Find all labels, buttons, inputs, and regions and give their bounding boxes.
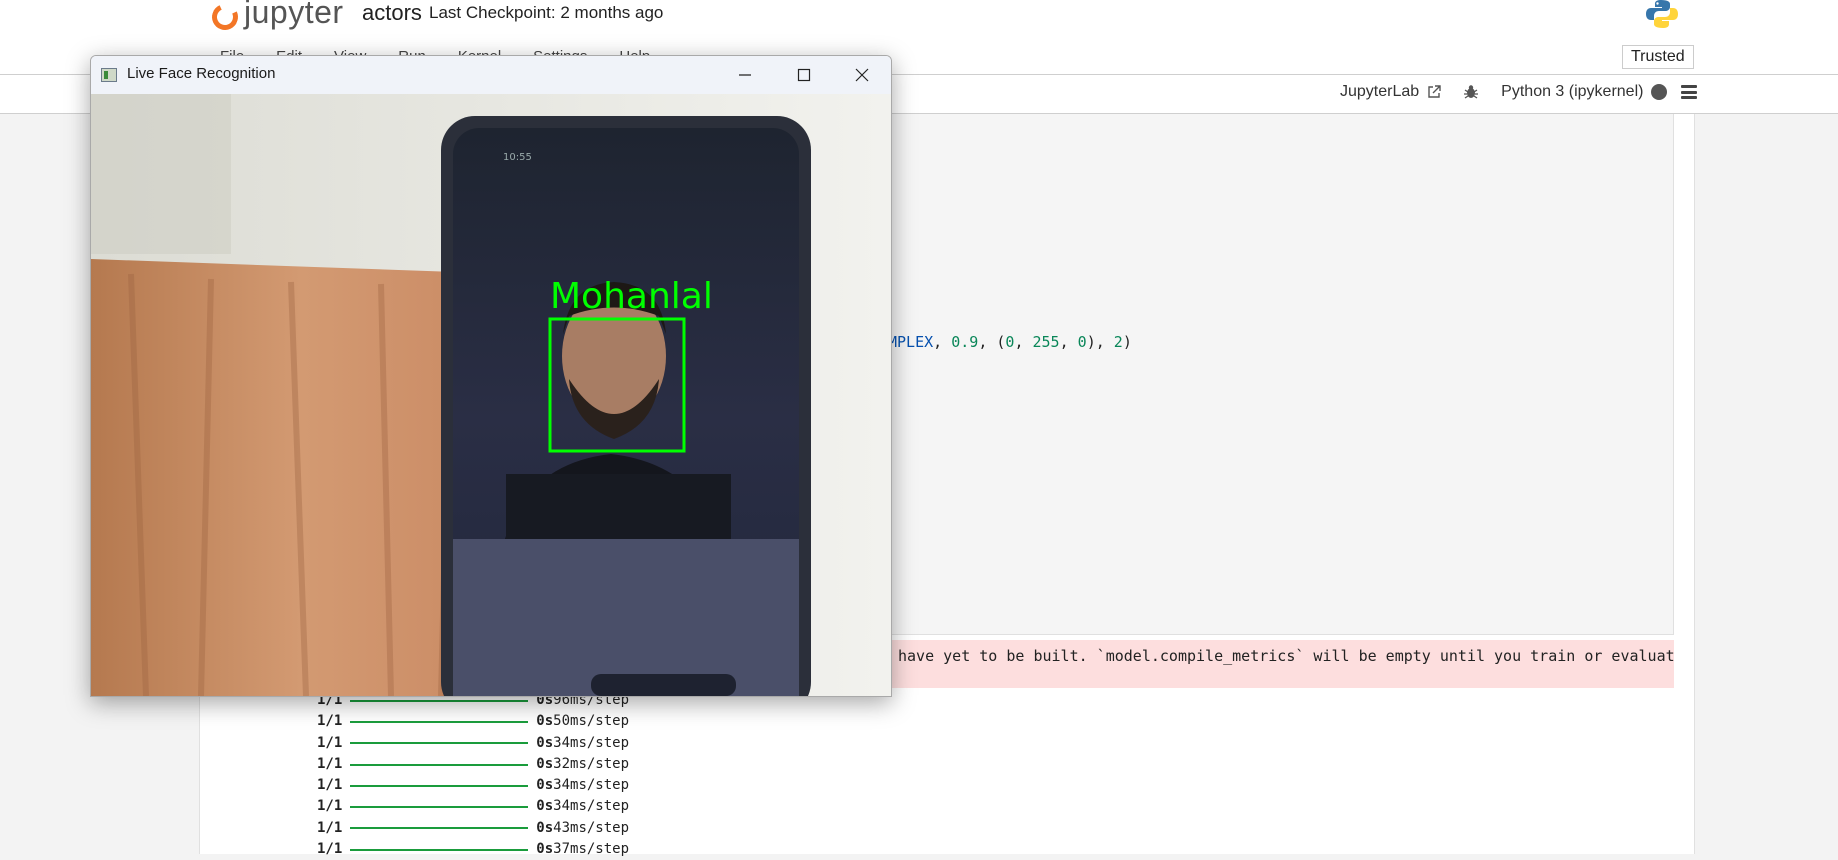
step-rate: 43ms/step bbox=[553, 819, 630, 836]
code-token: 0 bbox=[1077, 333, 1087, 351]
external-link-icon[interactable] bbox=[1427, 85, 1441, 99]
step-output-row: 1/1 0s 43ms/step bbox=[317, 818, 629, 839]
progress-bar bbox=[350, 742, 529, 745]
menu-hamburger-icon[interactable] bbox=[1681, 85, 1698, 99]
step-count: 1/1 bbox=[317, 755, 343, 772]
code-token: , bbox=[933, 333, 952, 351]
phone-lower-screen bbox=[453, 539, 799, 696]
progress-bar bbox=[350, 784, 529, 787]
step-output-row: 1/1 0s 37ms/step bbox=[317, 839, 629, 860]
step-output-row: 1/1 0s 50ms/step bbox=[317, 711, 629, 732]
step-time: 0s bbox=[536, 841, 554, 858]
maximize-button[interactable] bbox=[775, 56, 833, 94]
step-rate: 37ms/step bbox=[553, 841, 630, 858]
warning-text: have yet to be built. `model.compile_met… bbox=[898, 647, 1675, 665]
notebook-name[interactable]: actors bbox=[362, 0, 422, 26]
step-rate: 34ms/step bbox=[553, 798, 630, 815]
step-output-list: 1/1 0s 96ms/step 1/1 0s 50ms/step 1/1 0s 34… bbox=[317, 690, 629, 860]
last-checkpoint: Last Checkpoint: 2 months ago bbox=[429, 3, 664, 22]
step-output-row: 1/1 0s 34ms/step bbox=[317, 733, 629, 754]
step-time: 0s bbox=[536, 777, 554, 794]
python-logo-icon bbox=[1646, 0, 1678, 28]
jupyter-logo[interactable]: jupyter bbox=[208, 0, 344, 34]
step-rate: 50ms/step bbox=[553, 713, 630, 730]
open-jupyterlab-link[interactable]: JupyterLab bbox=[1340, 83, 1419, 101]
maximize-icon bbox=[797, 68, 811, 82]
step-output-row: 1/1 0s 32ms/step bbox=[317, 754, 629, 775]
app-window-icon bbox=[101, 68, 117, 82]
step-time: 0s bbox=[536, 798, 554, 815]
code-token: ), bbox=[1086, 333, 1114, 351]
wall-shadow bbox=[91, 94, 231, 254]
progress-bar bbox=[350, 763, 529, 766]
code-token: , ( bbox=[978, 333, 1006, 351]
kernel-status-icon bbox=[1651, 84, 1668, 100]
debugger-bug-icon[interactable] bbox=[1463, 84, 1479, 100]
code-line: MPLEX, 0.9, (0, 255, 0), 2) bbox=[888, 333, 1132, 351]
step-time: 0s bbox=[536, 713, 554, 730]
step-output-row: 1/1 0s 34ms/step bbox=[317, 796, 629, 817]
step-count: 1/1 bbox=[317, 798, 343, 815]
progress-bar bbox=[350, 848, 529, 851]
step-time: 0s bbox=[536, 734, 554, 751]
code-token: , bbox=[1059, 333, 1078, 351]
jupyter-header: jupyter actors Last Checkpoint: 2 months… bbox=[0, 0, 1838, 39]
window-title: Live Face Recognition bbox=[127, 65, 276, 82]
window-title-bar[interactable]: Live Face Recognition bbox=[91, 56, 891, 94]
code-token: , bbox=[1014, 333, 1033, 351]
trusted-indicator[interactable]: Trusted bbox=[1622, 45, 1694, 69]
code-token: 0.9 bbox=[951, 333, 979, 351]
code-token: 255 bbox=[1032, 333, 1060, 351]
close-window-button[interactable] bbox=[833, 56, 891, 94]
phone-notch bbox=[591, 674, 736, 696]
code-token: 2 bbox=[1113, 333, 1123, 351]
jupyter-logo-text: jupyter bbox=[244, 0, 344, 30]
minimize-button[interactable] bbox=[716, 56, 774, 94]
kernel-name[interactable]: Python 3 (ipykernel) bbox=[1501, 83, 1643, 101]
progress-bar bbox=[350, 806, 529, 809]
step-output-row: 1/1 0s 34ms/step bbox=[317, 775, 629, 796]
webcam-frame: 10:55 Mohanlal bbox=[91, 94, 891, 696]
close-icon bbox=[855, 68, 869, 82]
step-count: 1/1 bbox=[317, 713, 343, 730]
step-count: 1/1 bbox=[317, 819, 343, 836]
progress-bar bbox=[350, 720, 529, 723]
live-face-recognition-window[interactable]: Live Face Recognition 10:55 Mohanlal bbox=[90, 55, 892, 697]
step-count: 1/1 bbox=[317, 777, 343, 794]
detected-name-label: Mohanlal bbox=[550, 276, 713, 317]
progress-bar bbox=[350, 699, 529, 702]
step-rate: 34ms/step bbox=[553, 777, 630, 794]
code-token: MPLEX bbox=[888, 333, 934, 351]
minimize-icon bbox=[739, 74, 751, 76]
step-count: 1/1 bbox=[317, 734, 343, 751]
step-rate: 32ms/step bbox=[553, 755, 630, 772]
step-time: 0s bbox=[536, 755, 554, 772]
jupyter-logo-icon bbox=[208, 0, 242, 34]
progress-bar bbox=[350, 827, 529, 830]
step-rate: 34ms/step bbox=[553, 734, 630, 751]
code-token: ) bbox=[1122, 333, 1132, 351]
phone-status-time: 10:55 bbox=[503, 152, 532, 163]
step-time: 0s bbox=[536, 819, 554, 836]
step-count: 1/1 bbox=[317, 841, 343, 858]
